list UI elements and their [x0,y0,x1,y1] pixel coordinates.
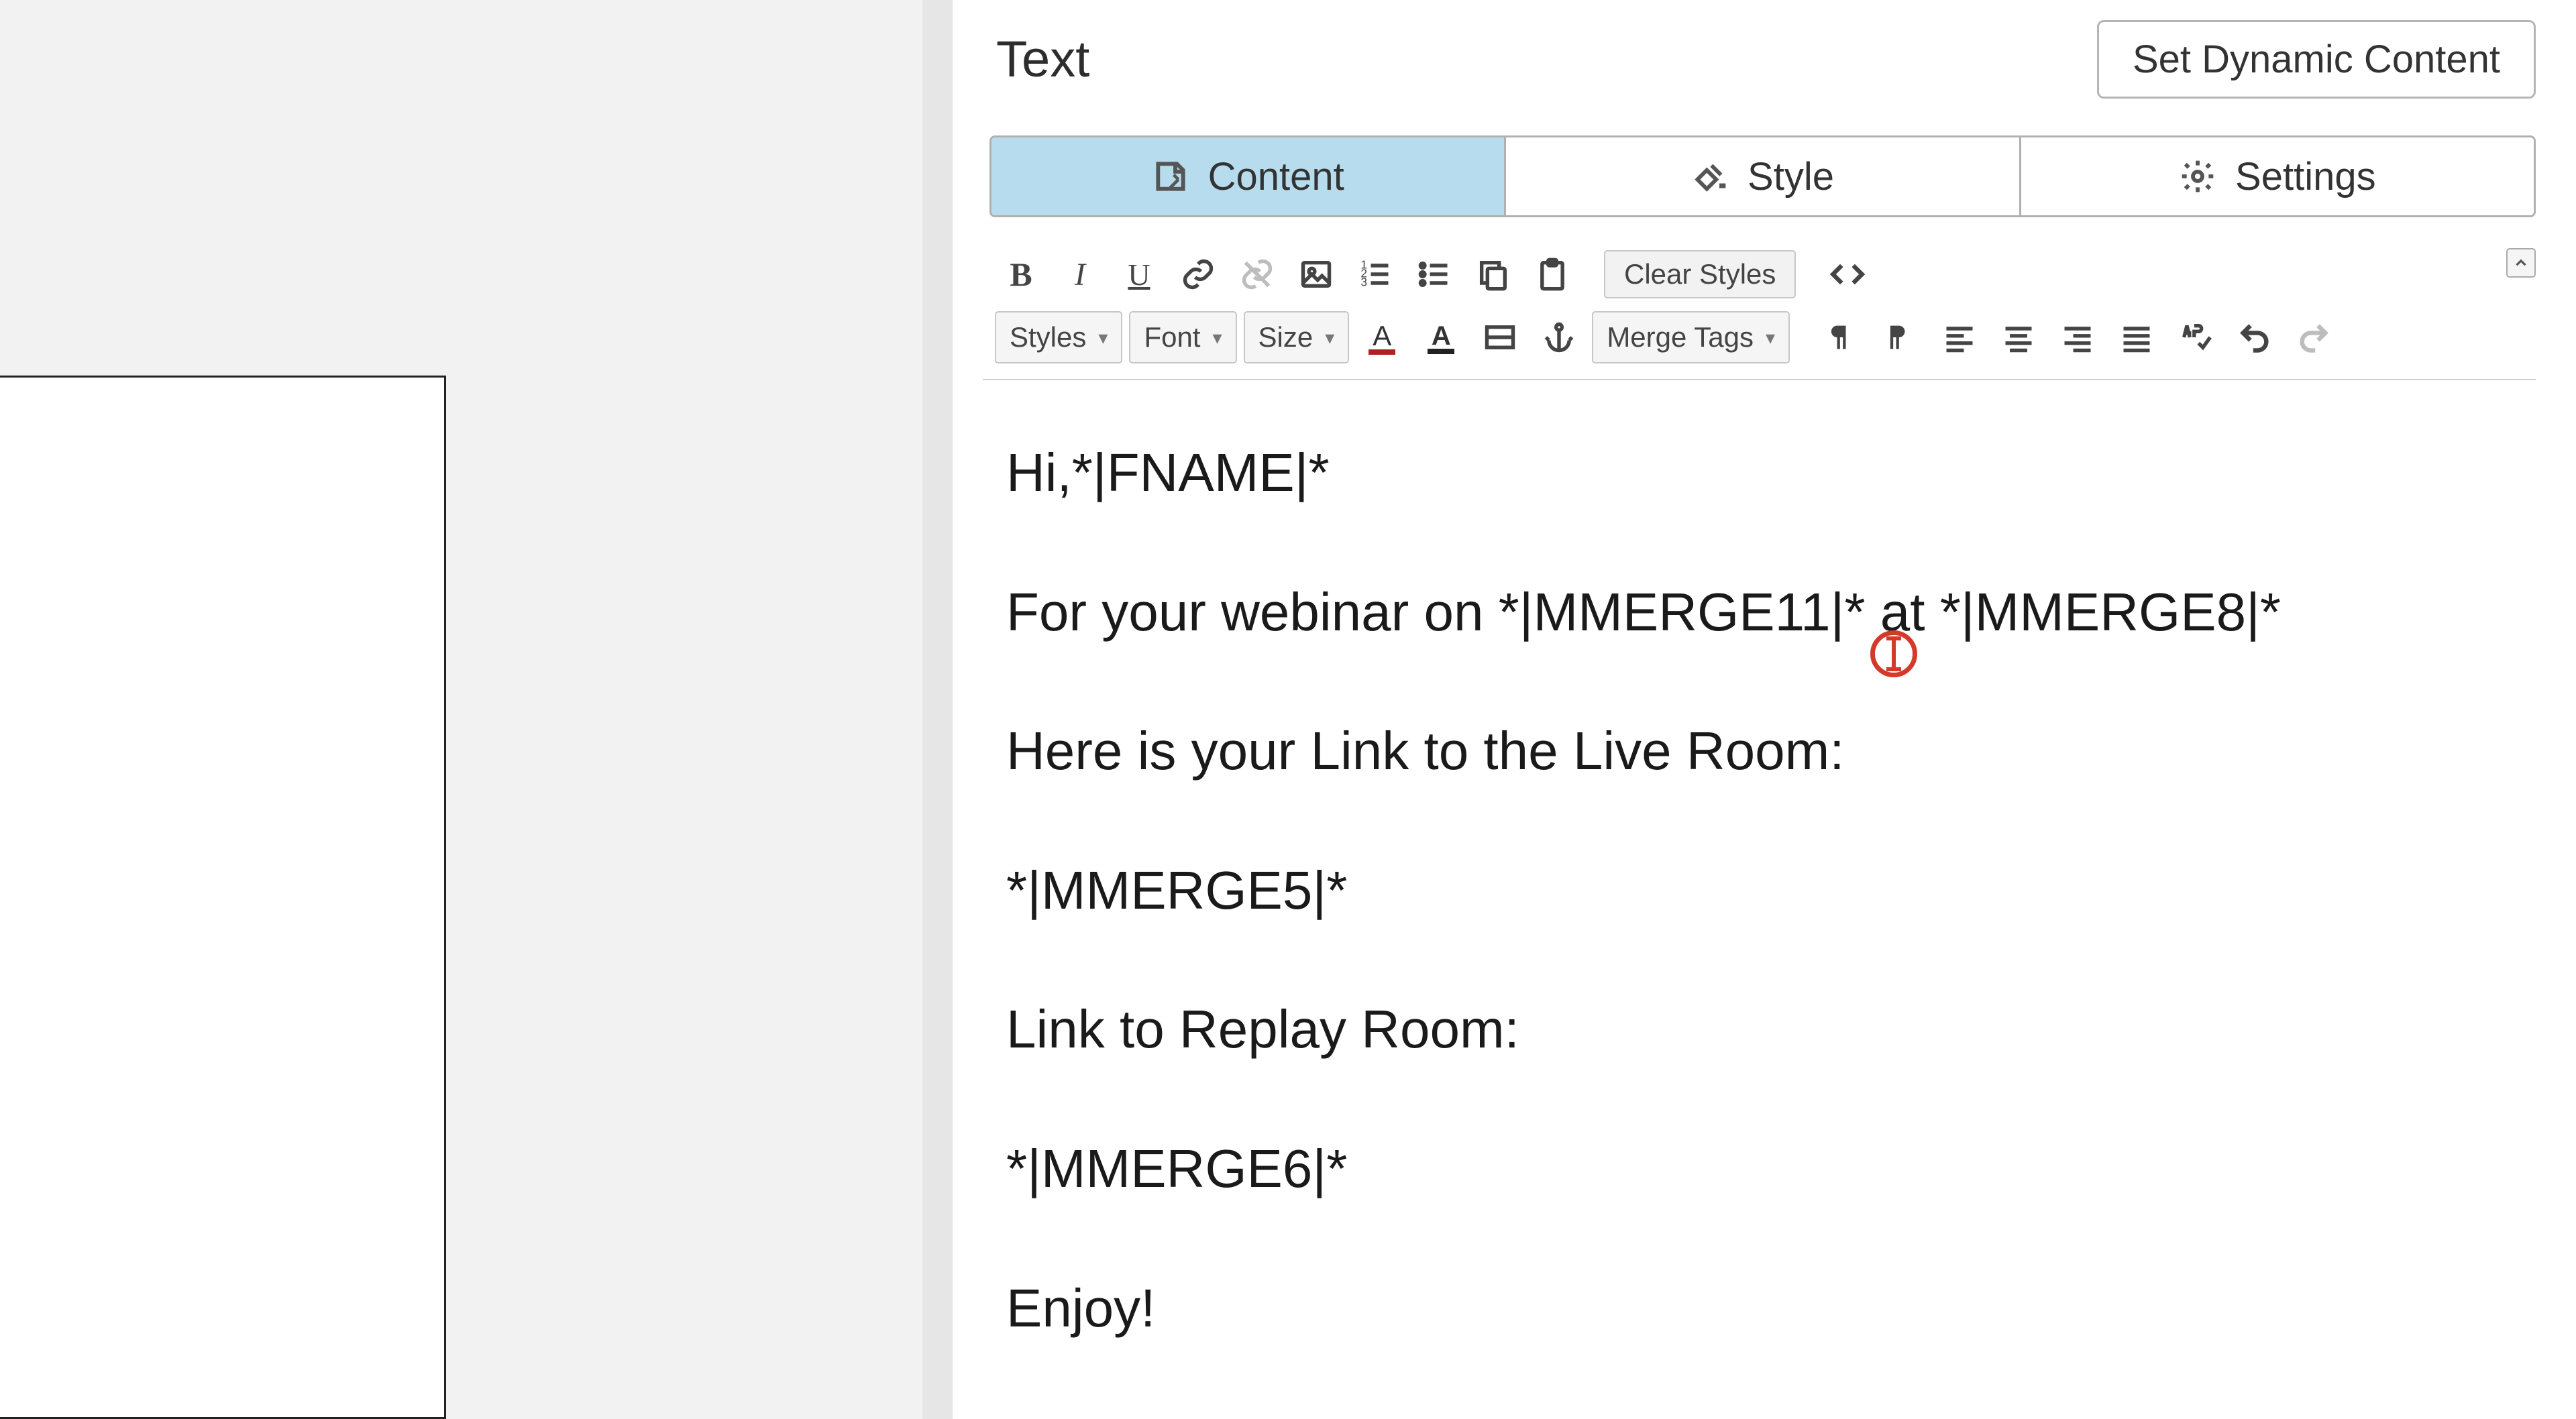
svg-text:3: 3 [1360,275,1367,288]
panel-title: Text [996,30,1089,89]
font-label: Font [1144,321,1200,353]
tab-style-label: Style [1748,154,1834,199]
style-icon [1691,158,1729,195]
body-paragraph-3[interactable]: Here is your Link to the Live Room: [1006,716,2522,787]
copy-button[interactable] [1467,248,1519,300]
bold-button[interactable]: B [995,248,1047,300]
styles-dropdown[interactable]: Styles▾ [995,311,1122,363]
size-label: Size [1258,321,1313,353]
ltr-button[interactable] [1815,311,1868,363]
align-right-button[interactable] [2051,311,2104,363]
font-color-button[interactable]: A [1356,311,1408,363]
unordered-list-button[interactable] [1408,248,1460,300]
spellcheck-button[interactable] [2169,311,2222,363]
body-paragraph-4[interactable]: *|MMERGE5|* [1006,855,2522,926]
merge-tags-dropdown[interactable]: Merge Tags▾ [1592,311,1790,363]
toolbar-row-1: B I U 123 Clear [983,243,2536,306]
preview-pane: 11|* om: [0,0,922,1419]
align-justify-button[interactable] [2110,311,2163,363]
tab-content-label: Content [1208,154,1344,199]
tab-settings-label: Settings [2235,154,2376,199]
set-dynamic-content-button[interactable]: Set Dynamic Content [2097,20,2536,99]
settings-icon [2179,158,2216,195]
undo-button[interactable] [2229,311,2281,363]
tab-settings[interactable]: Settings [2021,137,2534,215]
preview-card: 11|* om: [0,376,446,1419]
body-paragraph-2[interactable]: For your webinar on *|MMERGE11|* at *|MM… [1006,577,2522,648]
background-color-button[interactable]: A [1415,311,1467,363]
body-paragraph-1[interactable]: Hi,*|FNAME|* [1006,437,2522,508]
content-icon [1152,158,1189,195]
tab-content[interactable]: Content [991,137,1506,215]
redo-button [2288,311,2340,363]
clear-styles-button[interactable]: Clear Styles [1604,250,1796,298]
horizontal-rule-button[interactable] [1474,311,1526,363]
link-button[interactable] [1172,248,1224,300]
paste-button[interactable] [1526,248,1578,300]
source-code-button[interactable] [1821,248,1874,300]
unlink-button [1231,248,1283,300]
editor-tabs: Content Style Settings [989,135,2536,217]
collapse-toolbar-button[interactable] [2506,248,2536,278]
image-button[interactable] [1290,248,1342,300]
merge-tags-label: Merge Tags [1607,321,1754,353]
text-editor[interactable]: Hi,*|FNAME|* For your webinar on *|MMERG… [983,379,2536,1343]
toolbar-row-2: Styles▾ Font▾ Size▾ A A Merge Tags▾ [983,306,2536,369]
tab-style[interactable]: Style [1506,137,2021,215]
underline-button[interactable]: U [1113,248,1165,300]
size-dropdown[interactable]: Size▾ [1244,311,1350,363]
ordered-list-button[interactable]: 123 [1349,248,1401,300]
body-paragraph-7[interactable]: Enjoy! [1006,1273,2522,1344]
font-dropdown[interactable]: Font▾ [1129,311,1236,363]
panel-header: Text Set Dynamic Content [953,0,2576,99]
body-paragraph-5[interactable]: Link to Replay Room: [1006,994,2522,1065]
editor-panel: Text Set Dynamic Content Content Style S… [953,0,2576,1419]
rich-text-toolbar: B I U 123 Clear [983,243,2536,369]
preview-scrollbar[interactable] [922,0,953,1419]
styles-label: Styles [1010,321,1086,353]
rtl-button[interactable] [1874,311,1927,363]
align-center-button[interactable] [1992,311,2045,363]
align-left-button[interactable] [1933,311,1986,363]
italic-button[interactable]: I [1054,248,1106,300]
body-paragraph-6[interactable]: *|MMERGE6|* [1006,1133,2522,1204]
anchor-button[interactable] [1533,311,1585,363]
